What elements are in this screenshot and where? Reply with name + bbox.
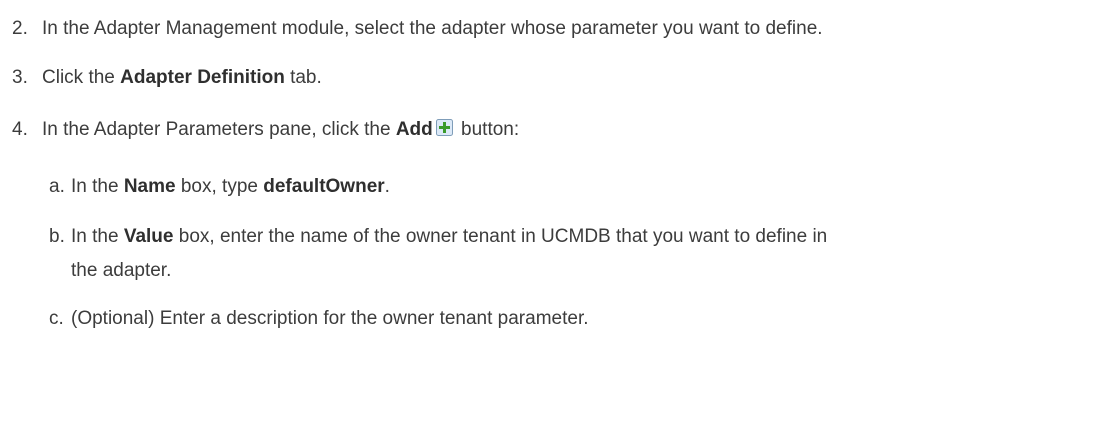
step-number: 2. <box>12 18 28 39</box>
step-text-pre: Click the <box>42 67 121 88</box>
substep-letter: c. <box>49 308 64 329</box>
ui-label-add: Add <box>395 119 433 140</box>
step-text-post: button: <box>455 119 520 140</box>
substep-text: (Optional) Enter a description for the o… <box>71 308 589 329</box>
step-number: 3. <box>12 67 28 88</box>
step-3: 3. Click the Adapter Definition tab. <box>12 66 322 90</box>
substep-b-continuation: the adapter. <box>71 259 171 283</box>
step-2: 2. In the Adapter Management module, sele… <box>12 17 823 41</box>
ui-label-name: Name <box>123 176 176 197</box>
step-text-post: tab. <box>284 67 322 88</box>
substep-text-pre: In the <box>71 176 124 197</box>
substep-text-mid: box, type <box>175 176 264 197</box>
value-default-owner: defaultOwner <box>263 176 385 197</box>
substep-text-post: . <box>384 176 390 197</box>
substep-b: b. In the Value box, enter the name of th… <box>49 225 827 249</box>
step-text: In the Adapter Management module, select… <box>42 18 823 39</box>
step-text-pre: In the Adapter Parameters pane, click th… <box>42 119 396 140</box>
ui-label-adapter-definition: Adapter Definition <box>120 67 285 88</box>
substep-a: a. In the Name box, type defaultOwner. <box>49 175 390 199</box>
step-4: 4. In the Adapter Parameters pane, click … <box>12 118 519 142</box>
step-number: 4. <box>12 119 28 140</box>
substep-letter: b. <box>49 226 65 247</box>
add-plus-icon <box>435 119 453 136</box>
substep-text-continuation: the adapter. <box>71 260 172 281</box>
substep-c: c. (Optional) Enter a description for the… <box>49 307 589 331</box>
ui-label-value: Value <box>123 226 174 247</box>
substep-text-pre: In the <box>71 226 124 247</box>
substep-text-post: box, enter the name of the owner tenant … <box>173 226 828 247</box>
substep-letter: a. <box>49 176 65 197</box>
